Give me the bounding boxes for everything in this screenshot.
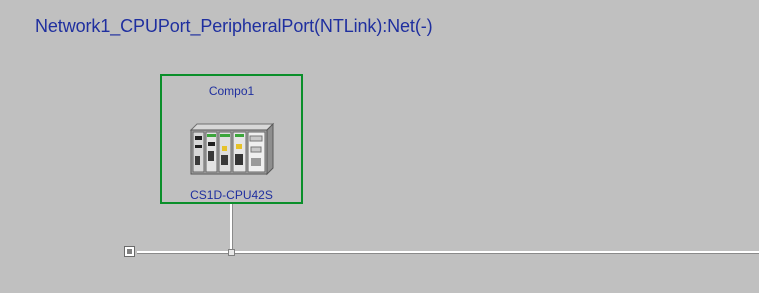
component-node[interactable]: Compo1 CS1D-CPU42S bbox=[160, 74, 303, 204]
component-name: Compo1 bbox=[208, 84, 255, 98]
plc-rack-icon bbox=[189, 122, 275, 176]
junction-node-icon bbox=[228, 249, 235, 256]
right-edge-strip bbox=[759, 0, 767, 293]
bus-terminal-icon[interactable] bbox=[124, 246, 135, 257]
component-model: CS1D-CPU42S bbox=[190, 188, 273, 202]
connection-drop-line bbox=[230, 204, 233, 253]
network-canvas[interactable]: Network1_CPUPort_PeripheralPort(NTLink):… bbox=[0, 0, 759, 293]
network-title: Network1_CPUPort_PeripheralPort(NTLink):… bbox=[35, 16, 433, 36]
